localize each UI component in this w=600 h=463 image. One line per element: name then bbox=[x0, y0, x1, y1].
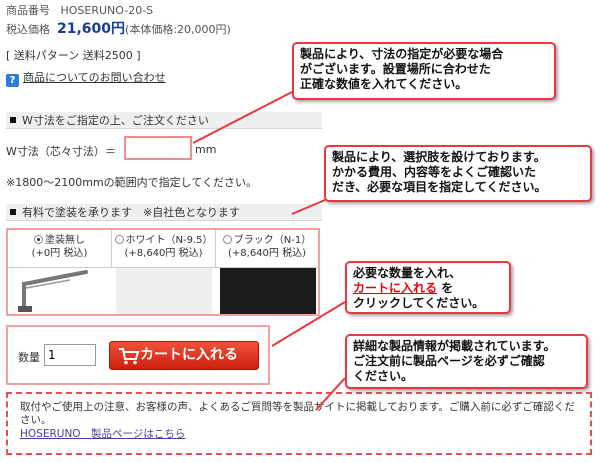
callout-cart: 必要な数量を入れ、 カートに入れる を クリックしてください。 bbox=[345, 261, 511, 314]
callout-line: クリックしてください。 bbox=[353, 296, 485, 310]
connector-line bbox=[291, 199, 326, 215]
callout-cart-suffix: を bbox=[437, 281, 454, 295]
connector-line bbox=[315, 377, 346, 411]
callout-line: かかる費用、内容等をよくご確認いた bbox=[332, 165, 537, 179]
callout-line: がございます。設置場所に合わせた bbox=[300, 62, 491, 76]
callout-line: 詳細な製品情報が掲載されています。 bbox=[353, 339, 556, 353]
callout-line: ください。 bbox=[353, 369, 414, 383]
callout-line: 製品により、寸法の指定が必要な場合 bbox=[300, 47, 504, 61]
callout-line: 必要な数量を入れ、 bbox=[353, 266, 462, 280]
callout-product-info: 詳細な製品情報が掲載されています。 ご注文前に製品ページを必ずご確認 ください。 bbox=[345, 334, 588, 389]
callout-line: ご注文前に製品ページを必ずご確認 bbox=[353, 354, 545, 368]
callout-dimension: 製品により、寸法の指定が必要な場合 がございます。設置場所に合わせた 正確な数値… bbox=[292, 42, 556, 100]
callout-cart-highlight: カートに入れる bbox=[353, 281, 438, 295]
connector-line bbox=[192, 91, 293, 144]
callout-line: だき、必要な項目を指定してください。 bbox=[332, 180, 547, 194]
callout-line: 製品により、選択肢を設けております。 bbox=[332, 150, 546, 164]
callout-line: 正確な数値を入れてください。 bbox=[300, 77, 468, 91]
callout-line: カートに入れる を bbox=[353, 281, 503, 296]
connector-line bbox=[271, 301, 346, 347]
callout-options: 製品により、選択肢を設けております。 かかる費用、内容等をよくご確認いた だき、… bbox=[324, 145, 592, 202]
